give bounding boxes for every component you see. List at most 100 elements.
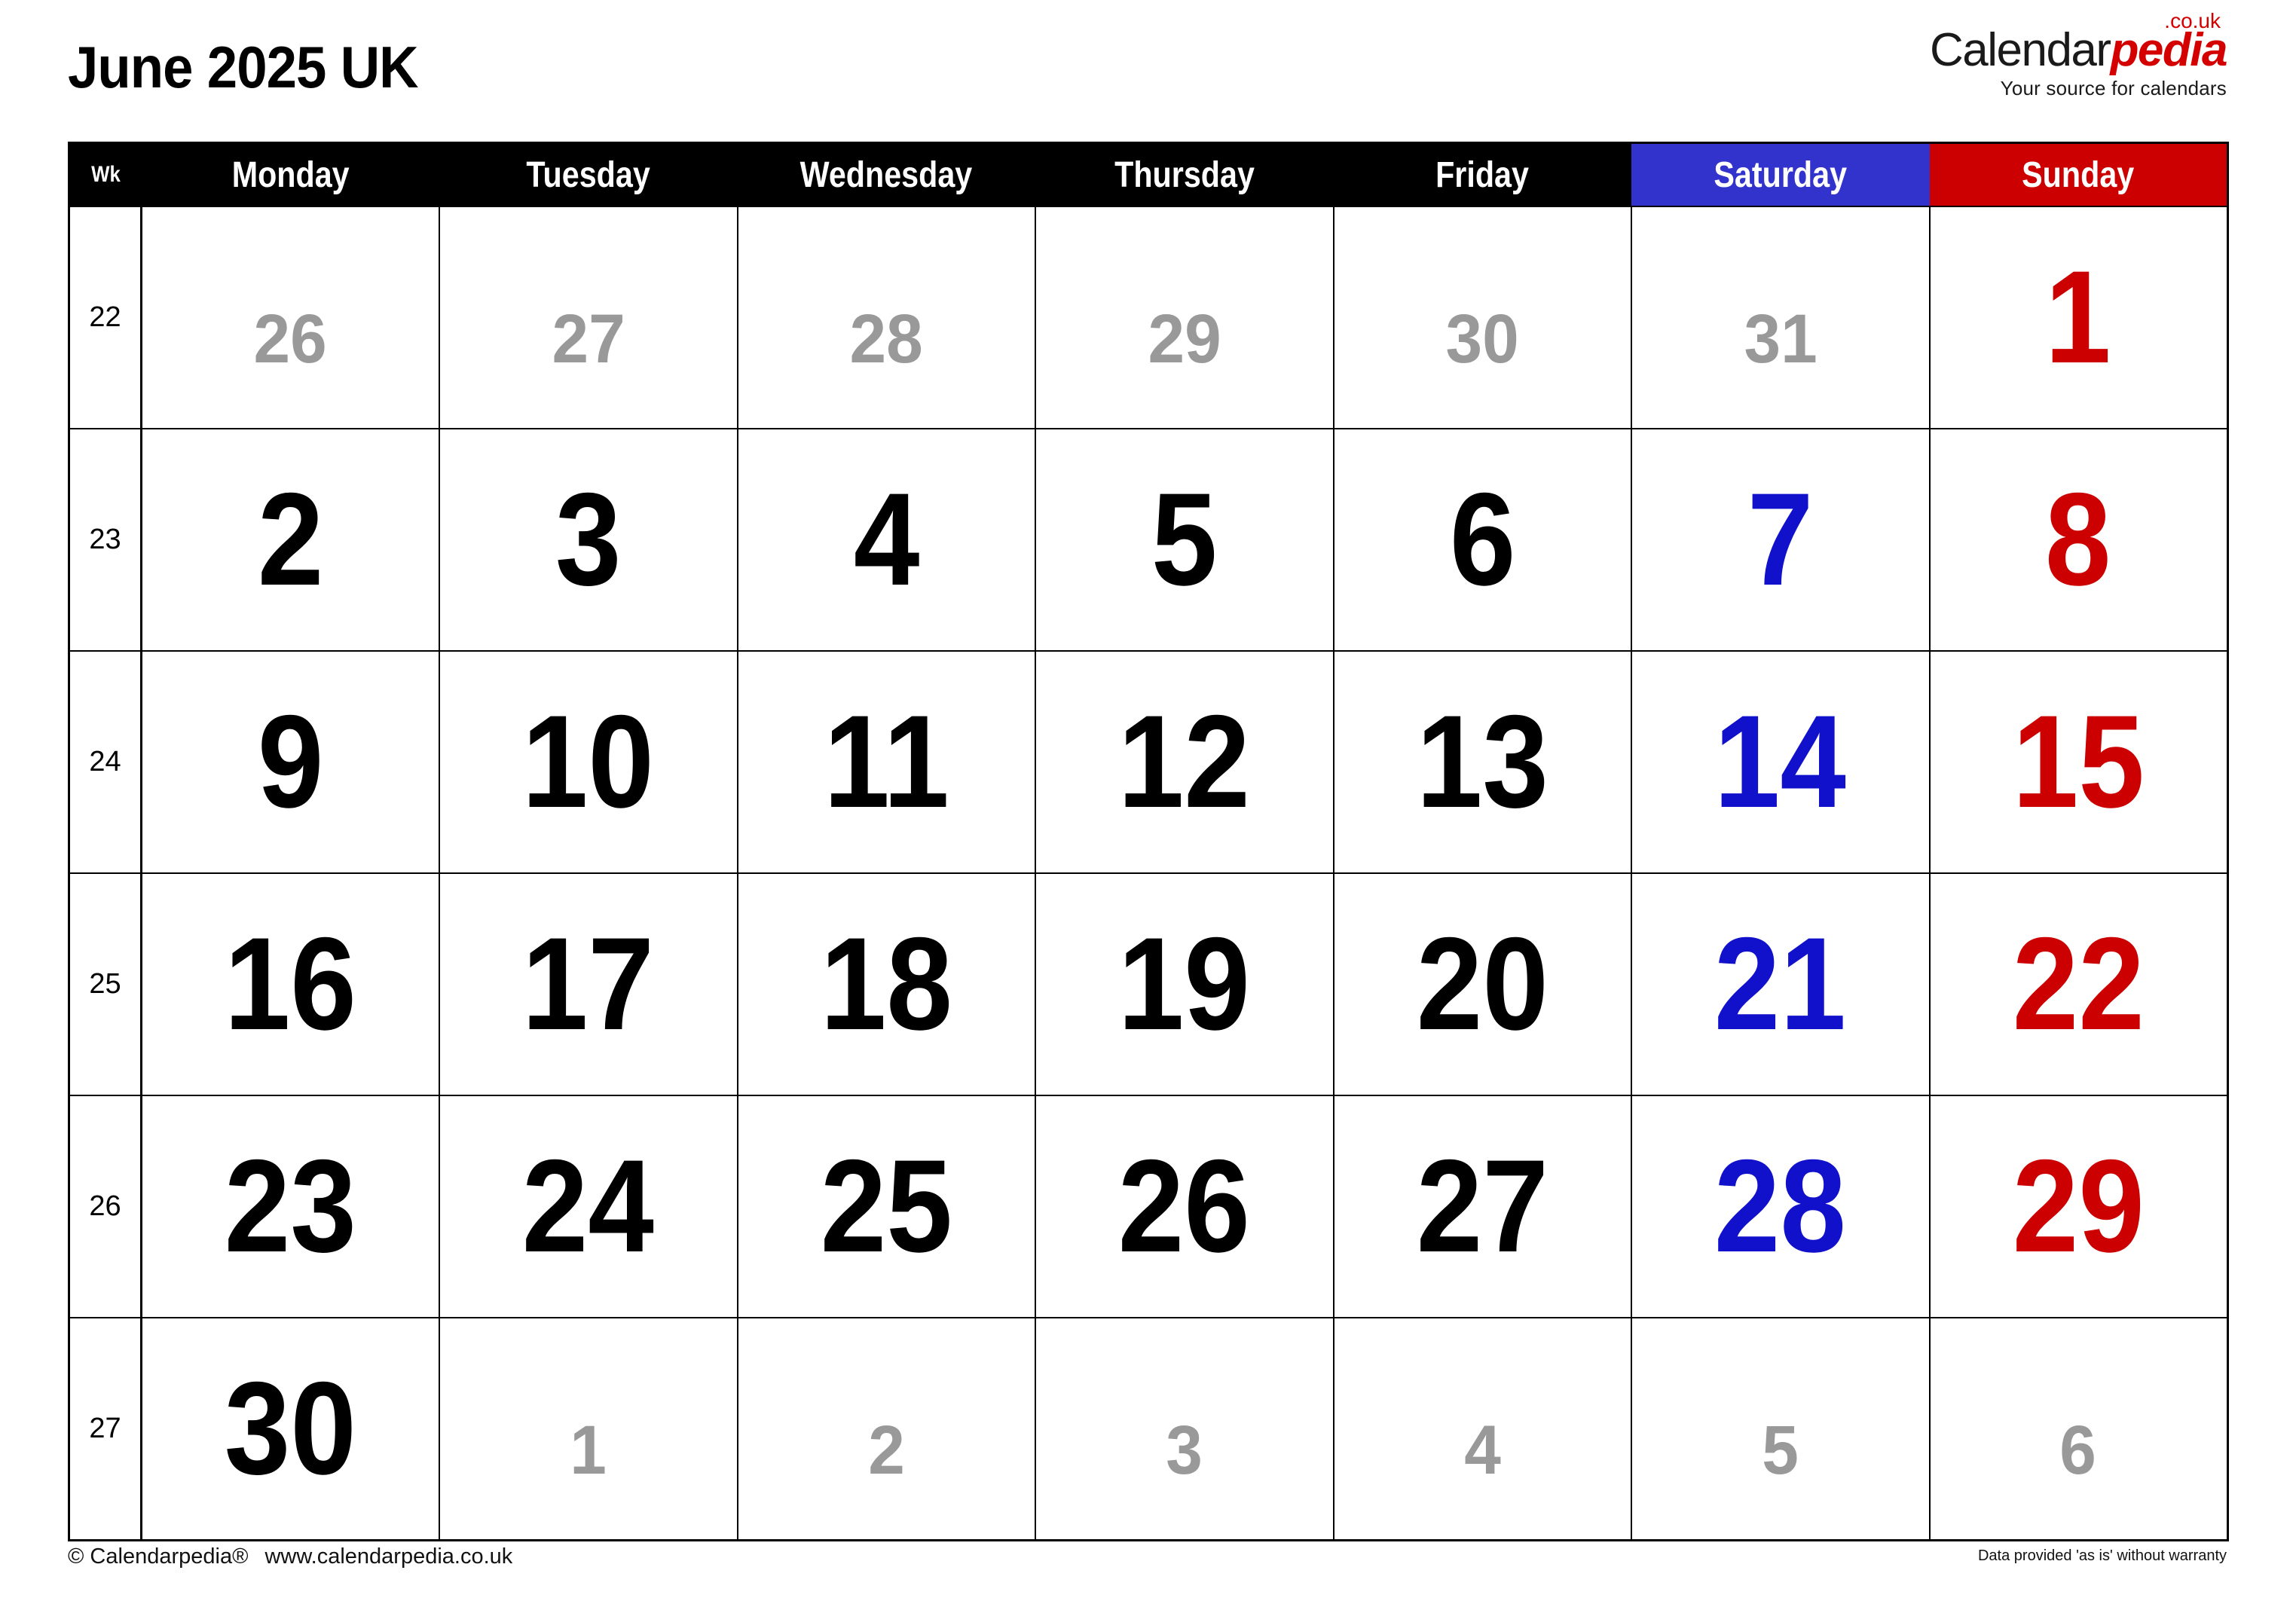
footer-website-link[interactable]: www.calendarpedia.co.uk [264,1544,512,1569]
day-cell[interactable]: 25 [736,1095,1036,1318]
day-number: 3 [1166,1412,1203,1489]
day-cell[interactable]: 30 [1332,206,1632,429]
day-number: 24 [522,1133,655,1280]
day-number: 4 [853,466,920,613]
day-cell[interactable]: 28 [736,206,1036,429]
day-cell[interactable]: 12 [1035,650,1334,874]
day-cell[interactable]: 6 [1928,1317,2228,1541]
day-number: 1 [570,1412,607,1489]
day-cell[interactable]: 22 [1928,872,2228,1096]
calendar-table: Wk Monday Tuesday Wednesday Thursday Fri… [68,142,2229,1541]
day-header-label: Monday [231,154,350,195]
day-cell[interactable]: 13 [1332,650,1632,874]
day-number: 26 [1118,1133,1251,1280]
day-cell[interactable]: 5 [1631,1317,1931,1541]
day-number: 7 [1747,466,1814,613]
day-cell[interactable]: 31 [1631,206,1931,429]
day-cell[interactable]: 1 [439,1317,738,1541]
logo-tagline: Your source for calendars [2000,77,2227,99]
day-number: 20 [1416,911,1549,1058]
day-number: 23 [224,1133,357,1280]
day-cell[interactable]: 7 [1631,428,1931,652]
day-cell[interactable]: 10 [439,650,738,874]
week-column-header: Wk [69,142,142,206]
day-number: 30 [1445,301,1519,377]
day-number: 29 [1148,301,1221,377]
day-cell[interactable]: 20 [1332,872,1632,1096]
day-header-label: Saturday [1714,154,1848,195]
day-cell[interactable]: 24 [439,1095,738,1318]
logo-word-calendar: Calendar [1929,24,2111,76]
day-header-label: Thursday [1114,154,1255,195]
day-cell[interactable]: 1 [1928,206,2228,429]
day-cell[interactable]: 15 [1928,650,2228,874]
day-cell[interactable]: 27 [439,206,738,429]
day-cell[interactable]: 9 [140,650,440,874]
week-number-cell: 27 [68,1317,142,1541]
day-cell[interactable]: 11 [736,650,1036,874]
calendar-body: 22 26 27 28 29 30 31 1 23 2 3 4 5 6 7 8 24 9 10 11 12 13 14 15 2… [68,206,2228,1541]
day-number: 26 [253,301,328,377]
day-cell[interactable]: 6 [1332,428,1632,652]
week-number-cell: 22 [68,206,142,429]
page-header: June 2025 UK Calendarpedia .co.uk Your so… [68,11,2228,128]
day-number: 14 [1714,689,1847,836]
footer-disclaimer: Data provided 'as is' without warranty [1977,1547,2227,1564]
calendar-week-row: 22 26 27 28 29 30 31 1 [68,206,2228,429]
day-header-label: Friday [1435,154,1530,195]
day-cell[interactable]: 26 [1035,1095,1334,1318]
footer-copyright: © Calendarpedia® www.calendarpedia.co.uk [68,1544,512,1569]
calendar-week-row: 25 16 17 18 19 20 21 22 [68,872,2228,1096]
day-number: 2 [867,1412,905,1489]
day-number: 27 [1416,1133,1549,1280]
week-number-cell: 24 [68,650,142,874]
day-cell[interactable]: 3 [1035,1317,1334,1541]
day-cell[interactable]: 27 [1332,1095,1632,1318]
day-number: 8 [2045,466,2111,613]
day-cell[interactable]: 28 [1631,1095,1931,1318]
day-number: 28 [849,301,923,377]
day-cell[interactable]: 14 [1631,650,1931,874]
day-header-monday: Monday [141,142,439,206]
day-number: 30 [224,1355,357,1502]
day-cell[interactable]: 2 [140,428,440,652]
calendar-page: June 2025 UK Calendarpedia .co.uk Your so… [0,0,2296,1610]
page-footer: © Calendarpedia® www.calendarpedia.co.uk … [68,1544,2227,1575]
day-cell[interactable]: 26 [140,206,440,429]
day-cell[interactable]: 2 [736,1317,1036,1541]
calendar-week-row: 27 30 1 2 3 4 5 6 [68,1317,2228,1541]
day-number: 29 [2012,1133,2145,1280]
day-header-friday: Friday [1333,142,1631,206]
day-header-wednesday: Wednesday [737,142,1035,206]
day-cell[interactable]: 17 [439,872,738,1096]
day-header-label: Sunday [2021,154,2135,195]
day-number: 27 [552,301,625,377]
calendar-header-row: Wk Monday Tuesday Wednesday Thursday Fri… [69,142,2227,206]
day-number: 5 [1151,466,1218,613]
day-cell[interactable]: 8 [1928,428,2228,652]
day-cell[interactable]: 30 [140,1317,440,1541]
day-number: 25 [820,1133,952,1280]
day-cell[interactable]: 16 [140,872,440,1096]
day-cell[interactable]: 23 [140,1095,440,1318]
day-cell[interactable]: 18 [736,872,1036,1096]
page-title: June 2025 UK [68,34,419,100]
day-number: 3 [555,466,622,613]
logo-wordmark: Calendarpedia .co.uk [1929,11,2228,76]
day-cell[interactable]: 21 [1631,872,1931,1096]
week-number-cell: 25 [68,872,142,1096]
day-number: 21 [1714,911,1847,1058]
day-number: 13 [1416,689,1549,836]
day-number: 6 [1449,466,1516,613]
day-cell[interactable]: 3 [439,428,738,652]
day-number: 2 [257,466,324,613]
day-number: 18 [820,911,952,1058]
day-cell[interactable]: 29 [1928,1095,2228,1318]
day-cell[interactable]: 29 [1035,206,1334,429]
day-cell[interactable]: 5 [1035,428,1334,652]
day-cell[interactable]: 19 [1035,872,1334,1096]
day-number: 31 [1744,301,1818,377]
day-cell[interactable]: 4 [736,428,1036,652]
day-cell[interactable]: 4 [1332,1317,1632,1541]
calendar-week-row: 26 23 24 25 26 27 28 29 [68,1095,2228,1318]
